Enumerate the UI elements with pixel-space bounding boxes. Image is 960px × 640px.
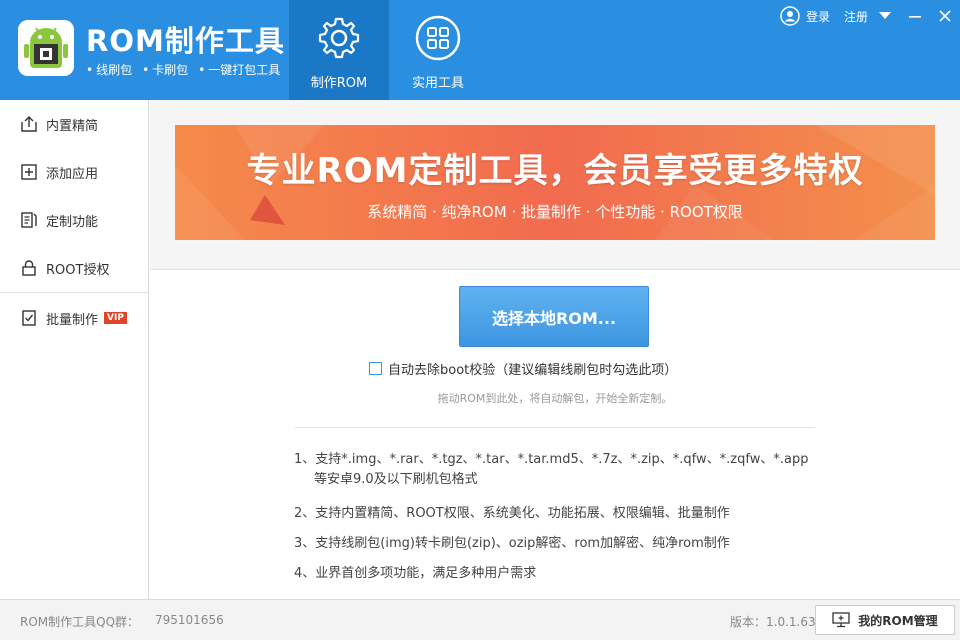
user-icon[interactable] bbox=[780, 6, 800, 26]
plus-box-icon bbox=[21, 164, 37, 180]
feature-number: 2、 bbox=[294, 506, 316, 521]
drag-drop-hint: 拖动ROM到此处，将自动解包，开始全新定制。 bbox=[437, 392, 673, 405]
subtitle-item: 一键打包工具 bbox=[198, 61, 280, 78]
app-subtitle: 线刷包 卡刷包 一键打包工具 bbox=[86, 61, 280, 78]
sidebar-item-label: 添加应用 bbox=[46, 166, 99, 182]
boot-check-checkbox[interactable] bbox=[369, 362, 382, 375]
title-bar: ROM制作工具 线刷包 卡刷包 一键打包工具 制作ROM 实用工具 登录 注册 bbox=[0, 0, 960, 100]
banner-title: 专业ROM定制工具，会员享受更多特权 bbox=[246, 151, 864, 191]
feature-text: 支持*.img、*.rar、*.tgz、*.tar、*.tar.md5、*.7z… bbox=[315, 452, 809, 467]
qq-group-number: 795101656 bbox=[155, 613, 224, 627]
checklist-icon bbox=[22, 310, 36, 326]
menu-dropdown-button[interactable] bbox=[874, 6, 896, 26]
user-area: 登录 注册 bbox=[780, 6, 882, 26]
promo-banner[interactable]: 专业ROM定制工具，会员享受更多特权 系统精简 · 纯净ROM · 批量制作 ·… bbox=[175, 125, 935, 240]
grid-icon bbox=[415, 15, 461, 61]
checkbox-label: 自动去除boot校验（建议编辑线刷包时勾选此项） bbox=[388, 363, 678, 378]
my-rom-manage-button[interactable]: 我的ROM管理 bbox=[815, 605, 955, 635]
main-panel: 专业ROM定制工具，会员享受更多特权 系统精简 · 纯净ROM · 批量制作 ·… bbox=[150, 100, 960, 599]
select-local-rom-button[interactable]: 选择本地ROM... bbox=[459, 286, 649, 347]
sidebar-item-debloat[interactable]: 内置精简 bbox=[0, 100, 148, 148]
feature-text: 支持内置精简、ROOT权限、系统美化、功能拓展、权限编辑、批量制作 bbox=[315, 506, 730, 521]
sidebar-item-label: 内置精简 bbox=[46, 118, 99, 134]
monitor-icon bbox=[832, 612, 850, 628]
sidebar-item-label: 批量制作 bbox=[46, 312, 99, 328]
status-bar: ROM制作工具QQ群： 795101656 版本：1.0.1.63 我的ROM管… bbox=[0, 599, 960, 640]
feature-number: 3、 bbox=[294, 536, 316, 551]
edit-list-icon bbox=[21, 212, 37, 228]
tab-make-rom[interactable]: 制作ROM bbox=[289, 0, 389, 100]
gear-icon bbox=[318, 17, 360, 59]
close-icon bbox=[939, 10, 951, 22]
subtitle-item: 线刷包 bbox=[86, 61, 132, 78]
app-logo bbox=[18, 20, 74, 76]
feature-item: 1、支持*.img、*.rar、*.tgz、*.tar、*.tar.md5、*.… bbox=[294, 450, 834, 490]
tab-tools[interactable]: 实用工具 bbox=[388, 0, 488, 100]
vip-badge: VIP bbox=[104, 312, 127, 324]
tab-label: 制作ROM bbox=[310, 76, 368, 91]
banner-area: 专业ROM定制工具，会员享受更多特权 系统精简 · 纯净ROM · 批量制作 ·… bbox=[150, 100, 960, 270]
sidebar-item-root[interactable]: ROOT授权 bbox=[0, 244, 148, 292]
feature-item: 3、支持线刷包(img)转卡刷包(zip)、ozip解密、rom加解密、纯净ro… bbox=[294, 534, 834, 554]
manage-button-label: 我的ROM管理 bbox=[858, 613, 938, 628]
close-button[interactable] bbox=[934, 6, 956, 26]
banner-subtitle: 系统精简 · 纯净ROM · 批量制作 · 个性功能 · ROOT权限 bbox=[367, 203, 743, 221]
feature-number: 4、 bbox=[294, 566, 316, 581]
feature-item: 2、支持内置精简、ROOT权限、系统美化、功能拓展、权限编辑、批量制作 bbox=[294, 504, 834, 524]
boot-check-option[interactable]: 自动去除boot校验（建议编辑线刷包时勾选此项） bbox=[369, 359, 677, 378]
minimize-button[interactable] bbox=[904, 6, 926, 26]
subtitle-item: 卡刷包 bbox=[142, 61, 188, 78]
feature-text-continued: 等安卓9.0及以下刷机包格式 bbox=[314, 472, 478, 487]
feature-item: 4、业界首创多项功能，满足多种用户需求 bbox=[294, 564, 834, 584]
sidebar-item-label: 定制功能 bbox=[46, 214, 99, 230]
register-link[interactable]: 注册 bbox=[844, 8, 868, 25]
sidebar: 内置精简 添加应用 定制功能 ROOT授权 批量制作 VIP bbox=[0, 100, 149, 599]
qq-group-label: ROM制作工具QQ群： bbox=[20, 615, 140, 629]
feature-text: 支持线刷包(img)转卡刷包(zip)、ozip解密、rom加解密、纯净rom制… bbox=[315, 536, 730, 551]
feature-number: 1、 bbox=[294, 452, 316, 467]
sidebar-divider bbox=[0, 292, 148, 293]
tab-label: 实用工具 bbox=[411, 76, 464, 91]
sidebar-item-label: ROOT授权 bbox=[46, 262, 110, 278]
sidebar-item-add-app[interactable]: 添加应用 bbox=[0, 148, 148, 196]
caret-down-icon bbox=[879, 12, 891, 19]
sidebar-item-custom[interactable]: 定制功能 bbox=[0, 196, 148, 244]
login-link[interactable]: 登录 bbox=[806, 8, 830, 25]
minimize-icon bbox=[909, 16, 921, 18]
feature-text: 业界首创多项功能，满足多种用户需求 bbox=[315, 566, 537, 581]
version-label: 版本：1.0.1.63 bbox=[730, 615, 816, 629]
app-title: ROM制作工具 bbox=[86, 24, 285, 58]
sidebar-item-batch[interactable]: 批量制作 VIP bbox=[0, 294, 148, 342]
lock-icon bbox=[22, 260, 36, 276]
content-divider bbox=[295, 427, 815, 428]
upload-icon bbox=[21, 116, 37, 132]
